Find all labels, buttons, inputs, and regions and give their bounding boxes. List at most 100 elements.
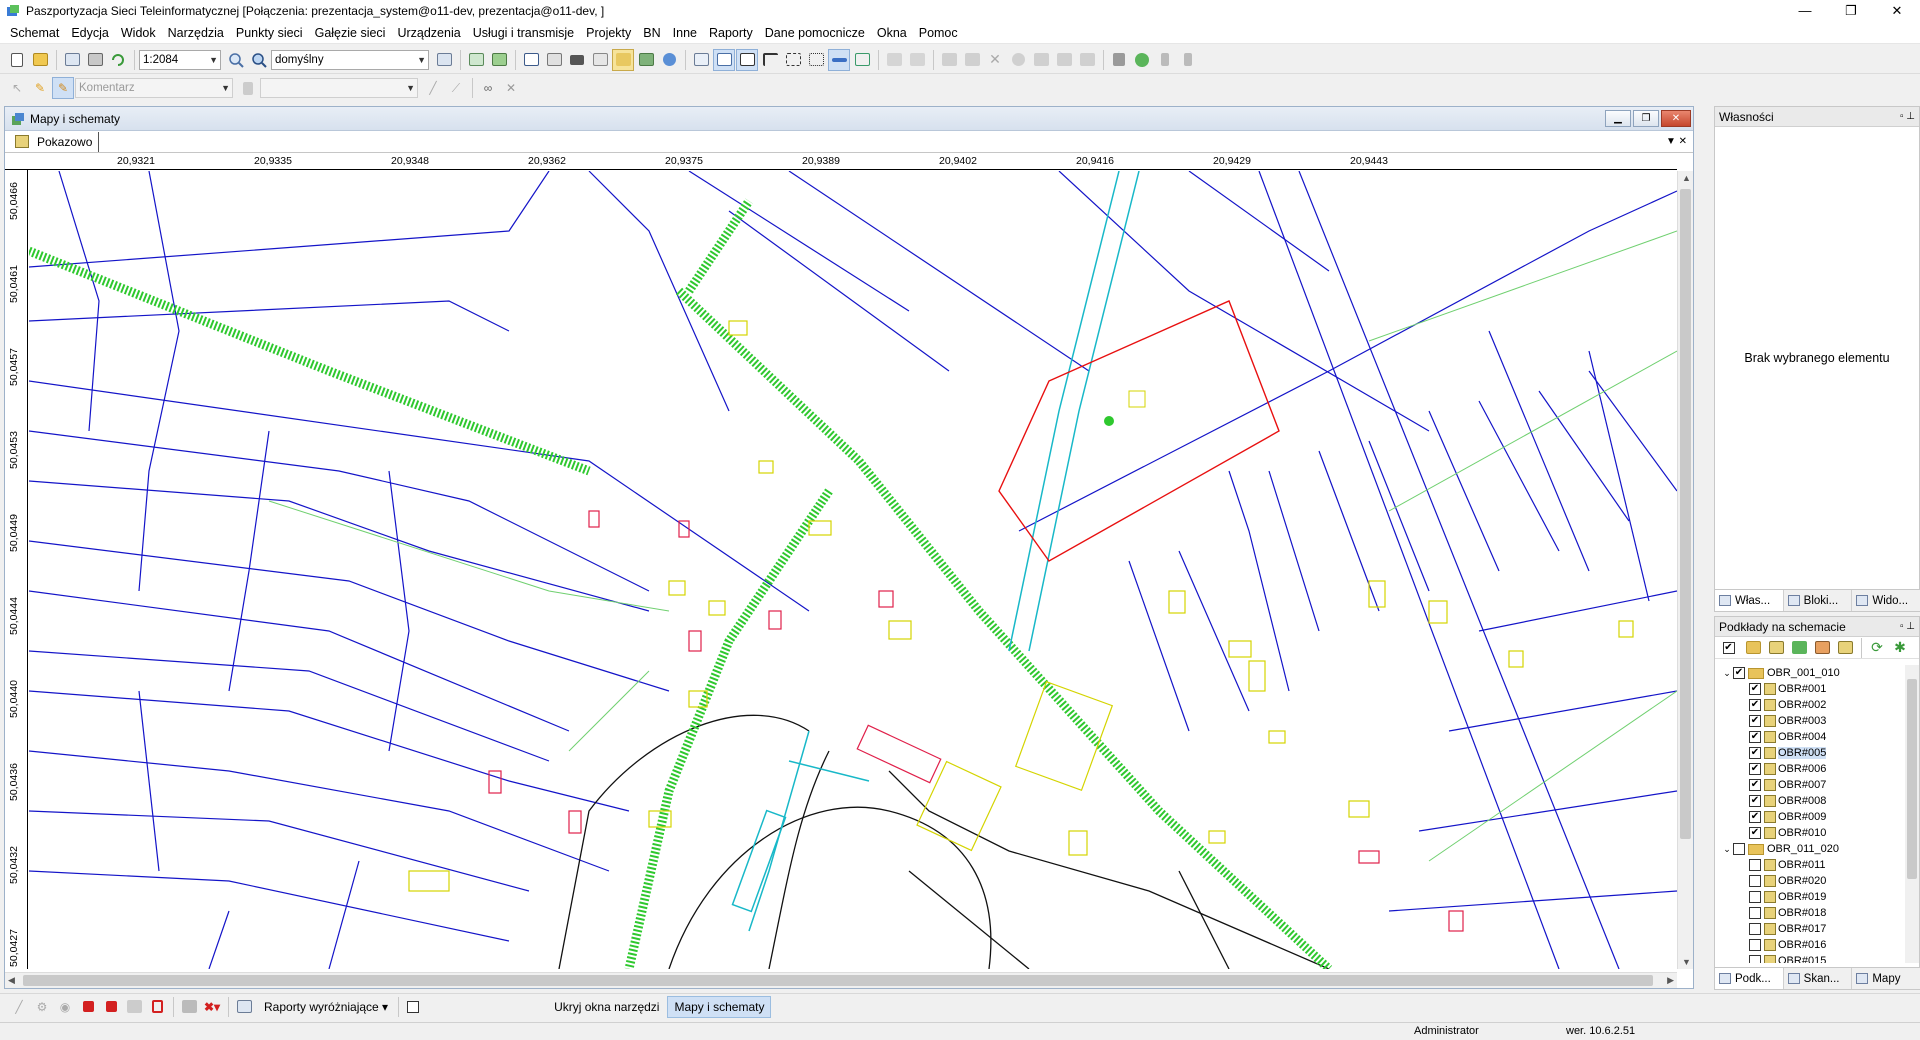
delete-icon[interactable]: ✕ bbox=[984, 49, 1006, 71]
selection-polygon[interactable] bbox=[998, 300, 1280, 562]
menu-galezie-sieci[interactable]: Gałęzie sieci bbox=[309, 26, 392, 40]
network-icon[interactable] bbox=[1108, 49, 1130, 71]
map-vertical-scrollbar[interactable]: ▲ ▼ bbox=[1677, 171, 1693, 969]
tree-item[interactable]: OBR#016 bbox=[1715, 937, 1905, 953]
add-folder-icon[interactable] bbox=[1742, 637, 1764, 659]
menu-dane-pomocnicze[interactable]: Dane pomocnicze bbox=[759, 26, 871, 40]
secondary-combo[interactable]: ▼ bbox=[260, 78, 418, 98]
disabled-tool-8-icon[interactable] bbox=[1076, 49, 1098, 71]
stop-red-icon[interactable] bbox=[77, 996, 99, 1018]
add-layer-icon[interactable] bbox=[1765, 637, 1787, 659]
clear-red-icon[interactable]: ✖▾ bbox=[201, 996, 223, 1018]
map-drawing[interactable] bbox=[29, 171, 1677, 969]
zoom-out-icon[interactable] bbox=[225, 49, 247, 71]
tree-item[interactable]: OBR#011 bbox=[1715, 857, 1905, 873]
disabled-tool-3-icon[interactable] bbox=[938, 49, 960, 71]
pin-icon[interactable]: ▫ ⊥ bbox=[1900, 111, 1915, 122]
cancel-edit-icon[interactable]: ✕ bbox=[500, 77, 522, 99]
tree-item[interactable]: OBR#017 bbox=[1715, 921, 1905, 937]
checkbox-toggle[interactable] bbox=[403, 996, 425, 1018]
corner-icon[interactable] bbox=[759, 49, 781, 71]
grid-icon[interactable] bbox=[543, 49, 565, 71]
tree-item[interactable]: ✔ OBR#008 bbox=[1715, 793, 1905, 809]
tab-widok[interactable]: Wido... bbox=[1852, 590, 1920, 611]
person-2-icon[interactable] bbox=[1177, 49, 1199, 71]
style-combo[interactable]: domyślny ▼ bbox=[271, 49, 429, 70]
maps-schemas-button[interactable]: Mapy i schematy bbox=[667, 995, 772, 1018]
disabled-tool-6-icon[interactable] bbox=[1030, 49, 1052, 71]
layer-edit-icon[interactable] bbox=[1834, 637, 1856, 659]
menu-uslugi[interactable]: Usługi i transmisje bbox=[467, 26, 580, 40]
open-folder-icon[interactable] bbox=[29, 49, 51, 71]
tree-item[interactable]: OBR#019 bbox=[1715, 889, 1905, 905]
route-icon[interactable]: ⚙ bbox=[31, 996, 53, 1018]
layers-pin-icon[interactable]: ▫ ⊥ bbox=[1900, 621, 1915, 632]
window-icon[interactable] bbox=[690, 49, 712, 71]
tree-item[interactable]: ✔ OBR#003 bbox=[1715, 713, 1905, 729]
tab-mapy[interactable]: Mapy bbox=[1852, 968, 1920, 989]
layers-tree-scrollbar[interactable] bbox=[1905, 665, 1919, 963]
tab-skany[interactable]: Skan... bbox=[1784, 968, 1853, 989]
reports-icon[interactable] bbox=[233, 996, 255, 1018]
tile-icon[interactable] bbox=[713, 48, 735, 71]
grid-select-icon[interactable] bbox=[178, 996, 200, 1018]
line-tool-icon[interactable]: ╱ bbox=[422, 77, 444, 99]
tree-group-obr-011-020[interactable]: ⌄ OBR_011_020 bbox=[1715, 841, 1905, 857]
draw-line-icon[interactable]: ╱ bbox=[8, 996, 30, 1018]
menu-projekty[interactable]: Projekty bbox=[580, 26, 637, 40]
zoom-in-icon[interactable] bbox=[248, 49, 270, 71]
disabled-tool-7-icon[interactable] bbox=[1053, 49, 1075, 71]
print-icon[interactable] bbox=[84, 49, 106, 71]
highlight-icon[interactable] bbox=[146, 996, 168, 1018]
tab-wlasnosci[interactable]: Włas... bbox=[1715, 590, 1784, 611]
tab-list-arrow-icon[interactable]: ▼ ✕ bbox=[1666, 136, 1687, 147]
comment-tool-icon[interactable]: ✎ bbox=[52, 77, 74, 99]
person-icon[interactable] bbox=[1154, 49, 1176, 71]
comment-combo[interactable]: Komentarz ▼ bbox=[75, 78, 233, 98]
globe-icon[interactable] bbox=[1131, 49, 1153, 71]
layers-settings-icon[interactable]: ✱ bbox=[1889, 637, 1911, 659]
measure-icon[interactable] bbox=[828, 48, 850, 71]
tab-bloki[interactable]: Bloki... bbox=[1784, 590, 1853, 611]
move-icon[interactable] bbox=[851, 49, 873, 71]
edit-area-icon[interactable] bbox=[123, 996, 145, 1018]
doc-restore-button[interactable]: ❐ bbox=[1633, 110, 1659, 127]
tab-podklady[interactable]: Podk... bbox=[1715, 968, 1784, 989]
tree-item[interactable]: ✔ OBR#004 bbox=[1715, 729, 1905, 745]
map-horizontal-scrollbar[interactable]: ◀ ▶ bbox=[5, 972, 1677, 988]
tree-item[interactable]: ✔ OBR#001 bbox=[1715, 681, 1905, 697]
refresh-icon[interactable] bbox=[107, 49, 129, 71]
menu-pomoc[interactable]: Pomoc bbox=[913, 26, 964, 40]
tree-item[interactable]: ✔ OBR#007 bbox=[1715, 777, 1905, 793]
layer-props-icon[interactable] bbox=[1811, 637, 1833, 659]
raster-icon[interactable] bbox=[635, 49, 657, 71]
menu-urzadzenia[interactable]: Urządzenia bbox=[391, 26, 466, 40]
tree-item[interactable]: ✔ OBR#009 bbox=[1715, 809, 1905, 825]
menu-narzedzia[interactable]: Narzędzia bbox=[162, 26, 230, 40]
menu-inne[interactable]: Inne bbox=[667, 26, 703, 40]
tree-item[interactable]: ✔ OBR#010 bbox=[1715, 825, 1905, 841]
expand-icon[interactable] bbox=[805, 49, 827, 71]
point-icon[interactable]: ◉ bbox=[54, 996, 76, 1018]
tree-item[interactable]: OBR#015 bbox=[1715, 953, 1905, 963]
copy-map-icon[interactable] bbox=[465, 49, 487, 71]
map-canvas[interactable] bbox=[29, 171, 1677, 969]
table-icon[interactable] bbox=[520, 49, 542, 71]
scale-combo[interactable]: 1:2084 ▼ bbox=[139, 49, 221, 70]
minimize-button[interactable]: — bbox=[1782, 0, 1828, 22]
tree-item[interactable]: ✔ OBR#002 bbox=[1715, 697, 1905, 713]
close-button[interactable]: ✕ bbox=[1874, 0, 1920, 22]
menu-okna[interactable]: Okna bbox=[871, 26, 913, 40]
disabled-tool-1-icon[interactable] bbox=[883, 49, 905, 71]
doc-close-button[interactable]: ✕ bbox=[1661, 110, 1691, 127]
info-icon[interactable] bbox=[658, 49, 680, 71]
menu-bn[interactable]: BN bbox=[637, 26, 666, 40]
check-all-icon[interactable]: ✔ bbox=[1719, 637, 1741, 659]
doc-minimize-button[interactable]: ▁ bbox=[1605, 110, 1631, 127]
bracket-icon[interactable] bbox=[782, 49, 804, 71]
pointer-icon[interactable]: ↖ bbox=[6, 77, 28, 99]
hide-tools-button[interactable]: Ukryj okna narzędzi bbox=[548, 997, 665, 1017]
menu-punkty-sieci[interactable]: Punkty sieci bbox=[230, 26, 309, 40]
tree-item[interactable]: ✔ OBR#006 bbox=[1715, 761, 1905, 777]
select-layer-icon[interactable] bbox=[612, 48, 634, 71]
